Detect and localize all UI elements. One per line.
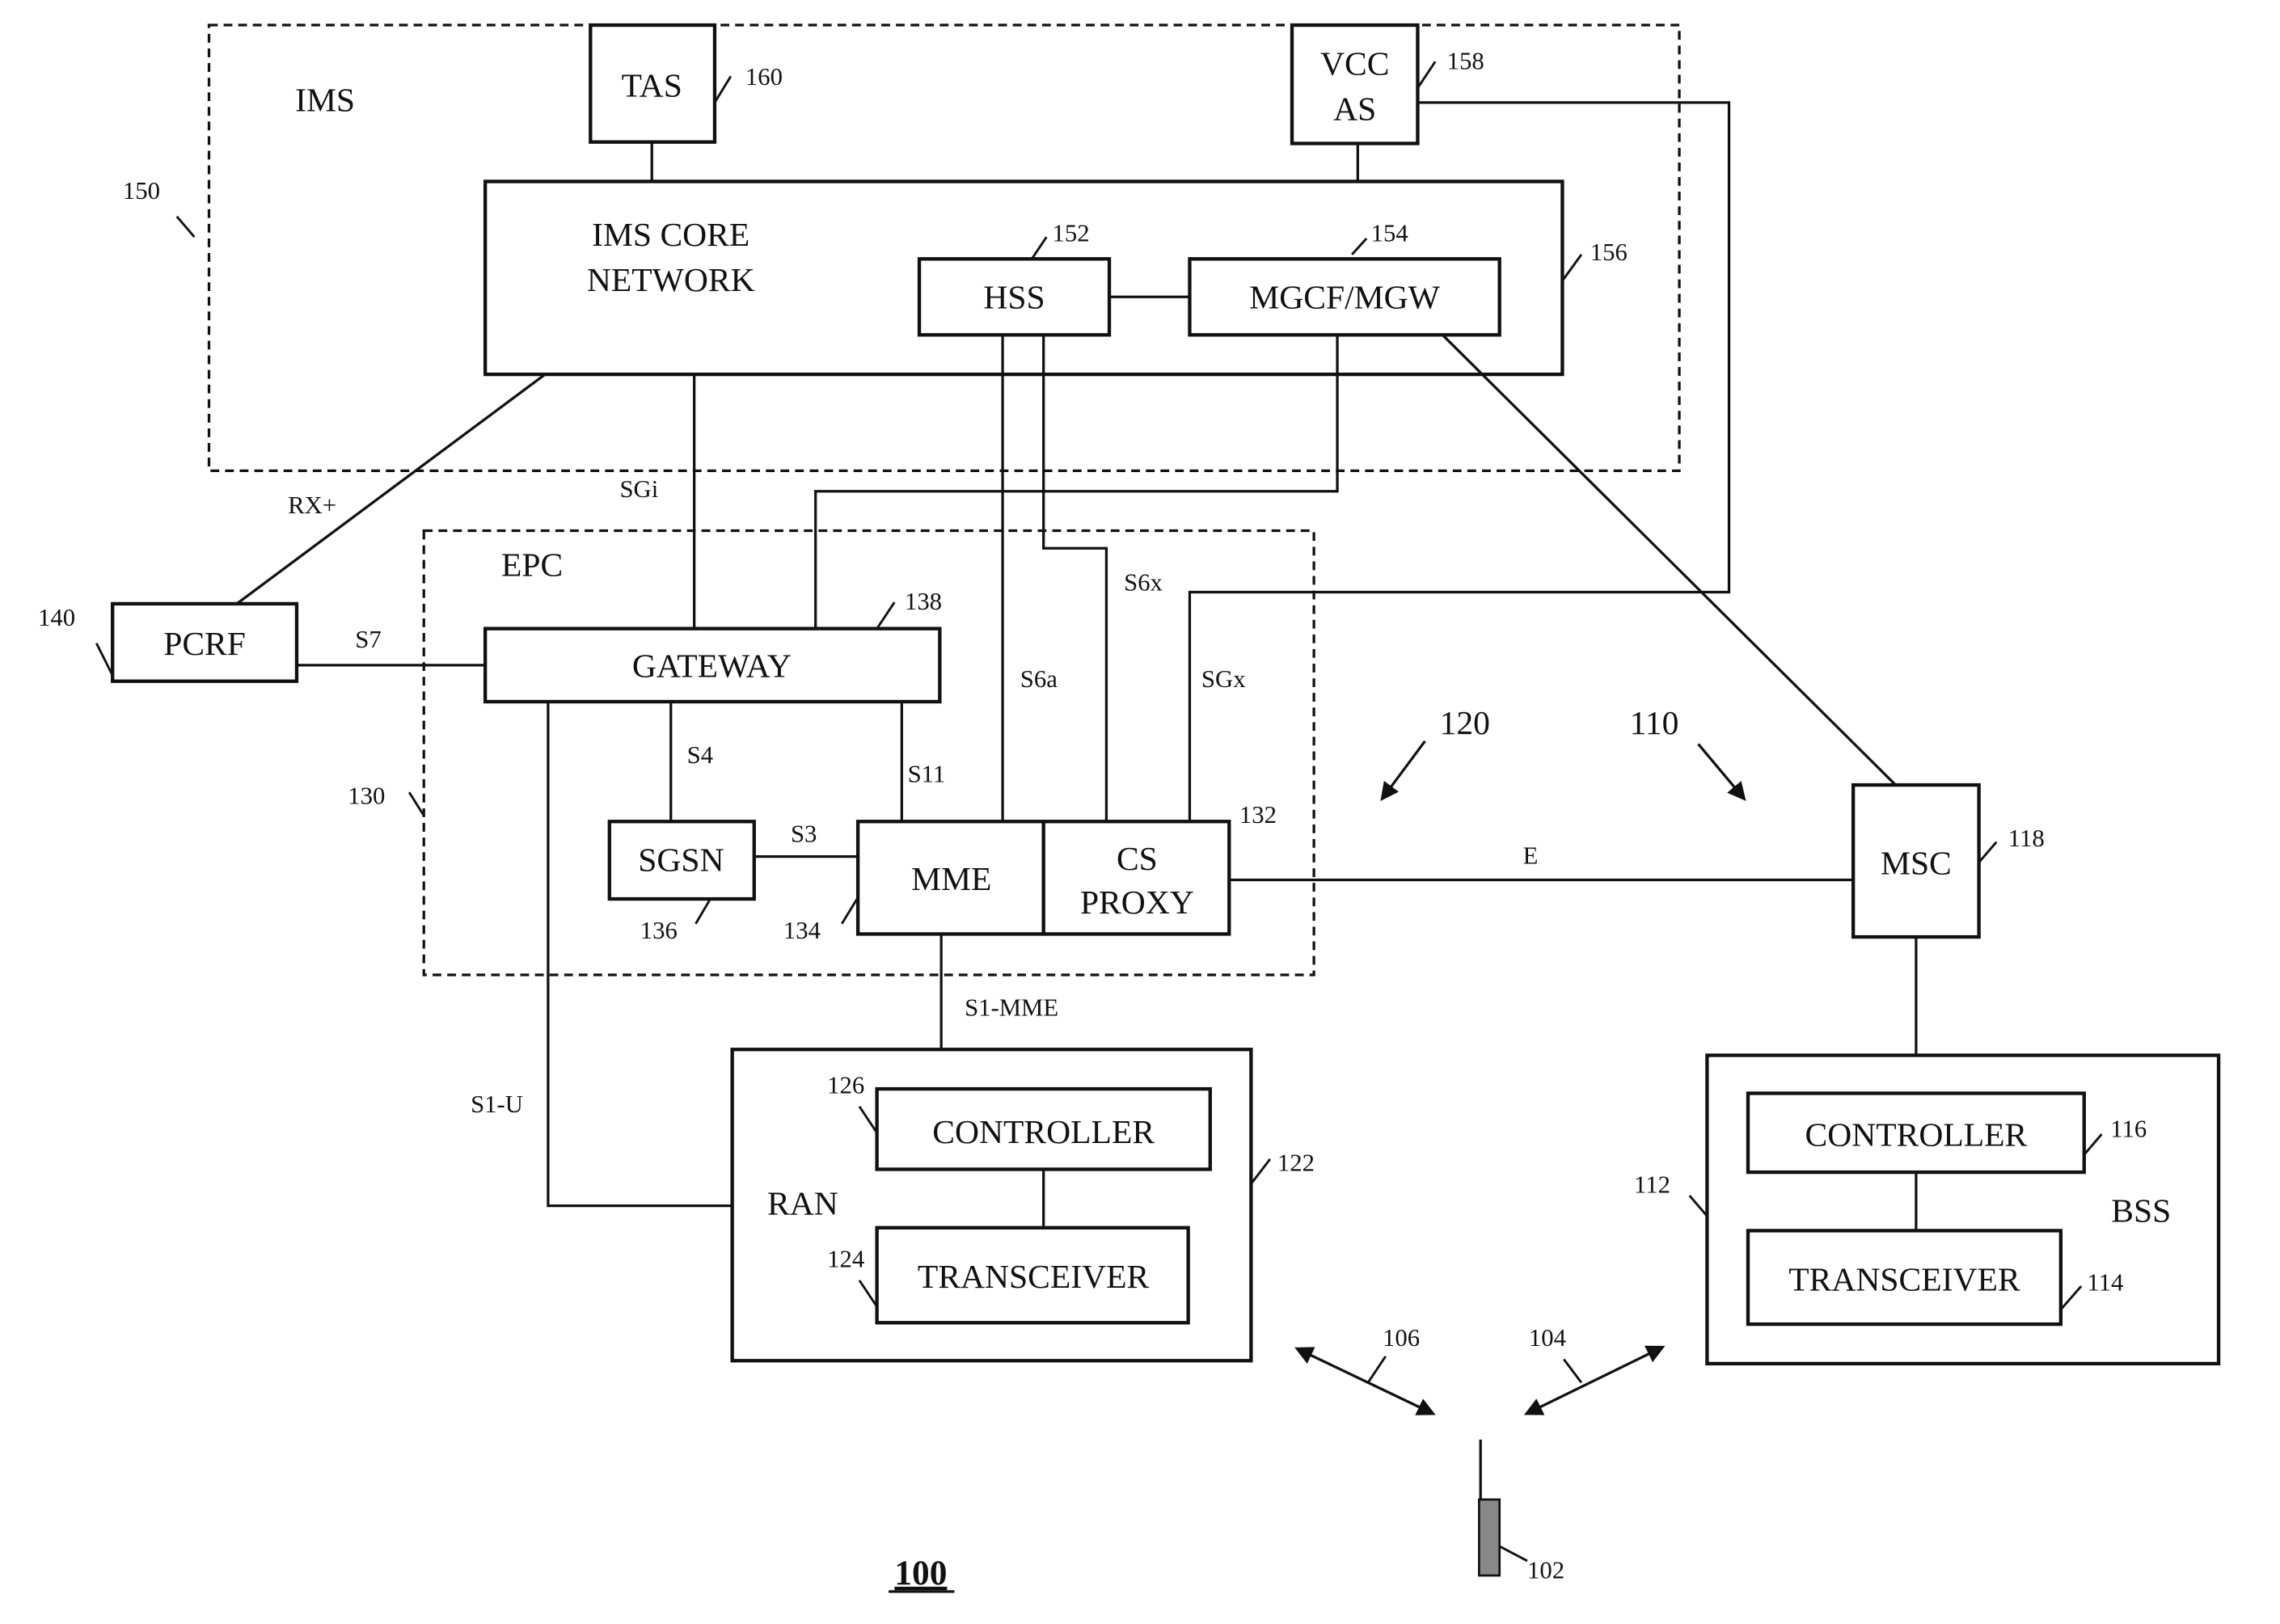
bss-controller-label: CONTROLLER (1805, 1116, 2028, 1154)
ran-ref-leader (1250, 1158, 1272, 1185)
cs-proxy-line1: CS (1117, 840, 1158, 877)
e-label: E (1523, 842, 1539, 870)
ims-core-ref-leader (1561, 254, 1583, 282)
bss-label: BSS (2111, 1192, 2171, 1230)
epc-ref-leader (407, 791, 425, 816)
vcc-ref: 158 (1447, 47, 1484, 74)
s6x-label: S6x (1124, 569, 1163, 597)
ims-ref-leader (175, 215, 196, 238)
epc-ref: 130 (348, 782, 385, 810)
gateway-ref-leader (876, 601, 896, 630)
s1-u-label: S1-U (471, 1090, 523, 1118)
gateway-label: GATEWAY (632, 647, 792, 684)
msc-ref-leader (1978, 841, 1998, 863)
device-ref: 102 (1527, 1557, 1564, 1584)
figure-number: 100 (894, 1554, 947, 1592)
epc-label: EPC (501, 546, 563, 584)
bss-transceiver-ref: 114 (2087, 1269, 2123, 1297)
rx-link (235, 373, 547, 605)
pcrf-label: PCRF (163, 625, 246, 662)
hss-label: HSS (983, 279, 1045, 316)
ims-ref: 150 (123, 177, 160, 205)
vcc-ref-leader (1417, 61, 1437, 89)
pcrf-ref: 140 (38, 604, 75, 631)
mgcf-mgw-label: MGCF/MGW (1249, 279, 1440, 316)
ims-core-line1: IMS CORE (592, 216, 749, 253)
radio-link-106 (1294, 1347, 1436, 1415)
network-architecture-diagram: IMS 150 TAS 160 VCC AS 158 IMS CORE NETW… (38, 23, 2221, 1593)
arrow-120-ref: 120 (1440, 704, 1490, 741)
mgcf-ref: 154 (1371, 220, 1408, 247)
bss-transceiver-label: TRANSCEIVER (1788, 1261, 2020, 1298)
radio-link-106-leader (1366, 1356, 1387, 1384)
s4-label: S4 (687, 741, 713, 769)
ran-transceiver-ref: 124 (827, 1246, 864, 1273)
bss-ref: 112 (1634, 1171, 1670, 1198)
mme-ref-leader (840, 896, 859, 925)
device-icon (1478, 1498, 1501, 1577)
s6x-link (1042, 335, 1108, 822)
vcc-as-line1: VCC (1320, 45, 1389, 82)
tas-ref-leader (713, 75, 733, 103)
radio-link-104-leader (1563, 1358, 1583, 1384)
ims-label: IMS (295, 82, 355, 119)
bss-controller-ref: 116 (2110, 1116, 2147, 1143)
rx-label: RX+ (288, 491, 336, 519)
ims-core-line2: NETWORK (587, 261, 755, 298)
tas-label: TAS (622, 67, 682, 104)
s7-label: S7 (355, 626, 381, 653)
vcc-as-line2: AS (1333, 91, 1376, 128)
s3-label: S3 (791, 820, 817, 848)
device-ref-leader (1499, 1545, 1528, 1563)
s11-label: S11 (908, 760, 946, 787)
cs-proxy-line2: PROXY (1080, 884, 1194, 921)
mgcf-to-gateway-link (814, 335, 1339, 629)
sgx-label: SGx (1201, 665, 1246, 693)
gateway-ref: 138 (905, 588, 942, 615)
ran-controller-label: CONTROLLER (932, 1113, 1155, 1150)
ims-core-ref: 156 (1590, 238, 1628, 266)
arrow-120 (1380, 740, 1426, 801)
cs-proxy-ref: 132 (1239, 801, 1277, 829)
sgi-label: SGi (619, 475, 658, 503)
sgsn-ref-leader (695, 898, 711, 925)
msc-ref: 118 (2008, 825, 2045, 852)
s1-mme-label: S1-MME (965, 994, 1058, 1022)
radio-link-104-ref: 104 (1529, 1324, 1566, 1352)
s1-u-link (547, 702, 733, 1208)
hss-ref: 152 (1053, 220, 1090, 247)
bss-ref-leader (1688, 1195, 1708, 1217)
ran-transceiver-label: TRANSCEIVER (918, 1258, 1150, 1295)
mme-ref: 134 (783, 917, 821, 944)
pcrf-ref-leader (95, 643, 114, 677)
ran-controller-ref: 126 (827, 1071, 864, 1099)
radio-link-104 (1523, 1345, 1666, 1415)
ran-ref: 122 (1277, 1149, 1315, 1176)
sgsn-label: SGSN (638, 842, 724, 879)
mme-label: MME (911, 860, 991, 897)
arrow-110-ref: 110 (1630, 704, 1679, 741)
s6a-label: S6a (1020, 665, 1058, 693)
msc-label: MSC (1881, 844, 1952, 881)
radio-link-106-ref: 106 (1383, 1324, 1420, 1352)
tas-ref: 160 (745, 63, 783, 91)
arrow-110 (1697, 743, 1746, 801)
ran-label: RAN (767, 1185, 838, 1222)
sgsn-ref: 136 (640, 917, 678, 944)
